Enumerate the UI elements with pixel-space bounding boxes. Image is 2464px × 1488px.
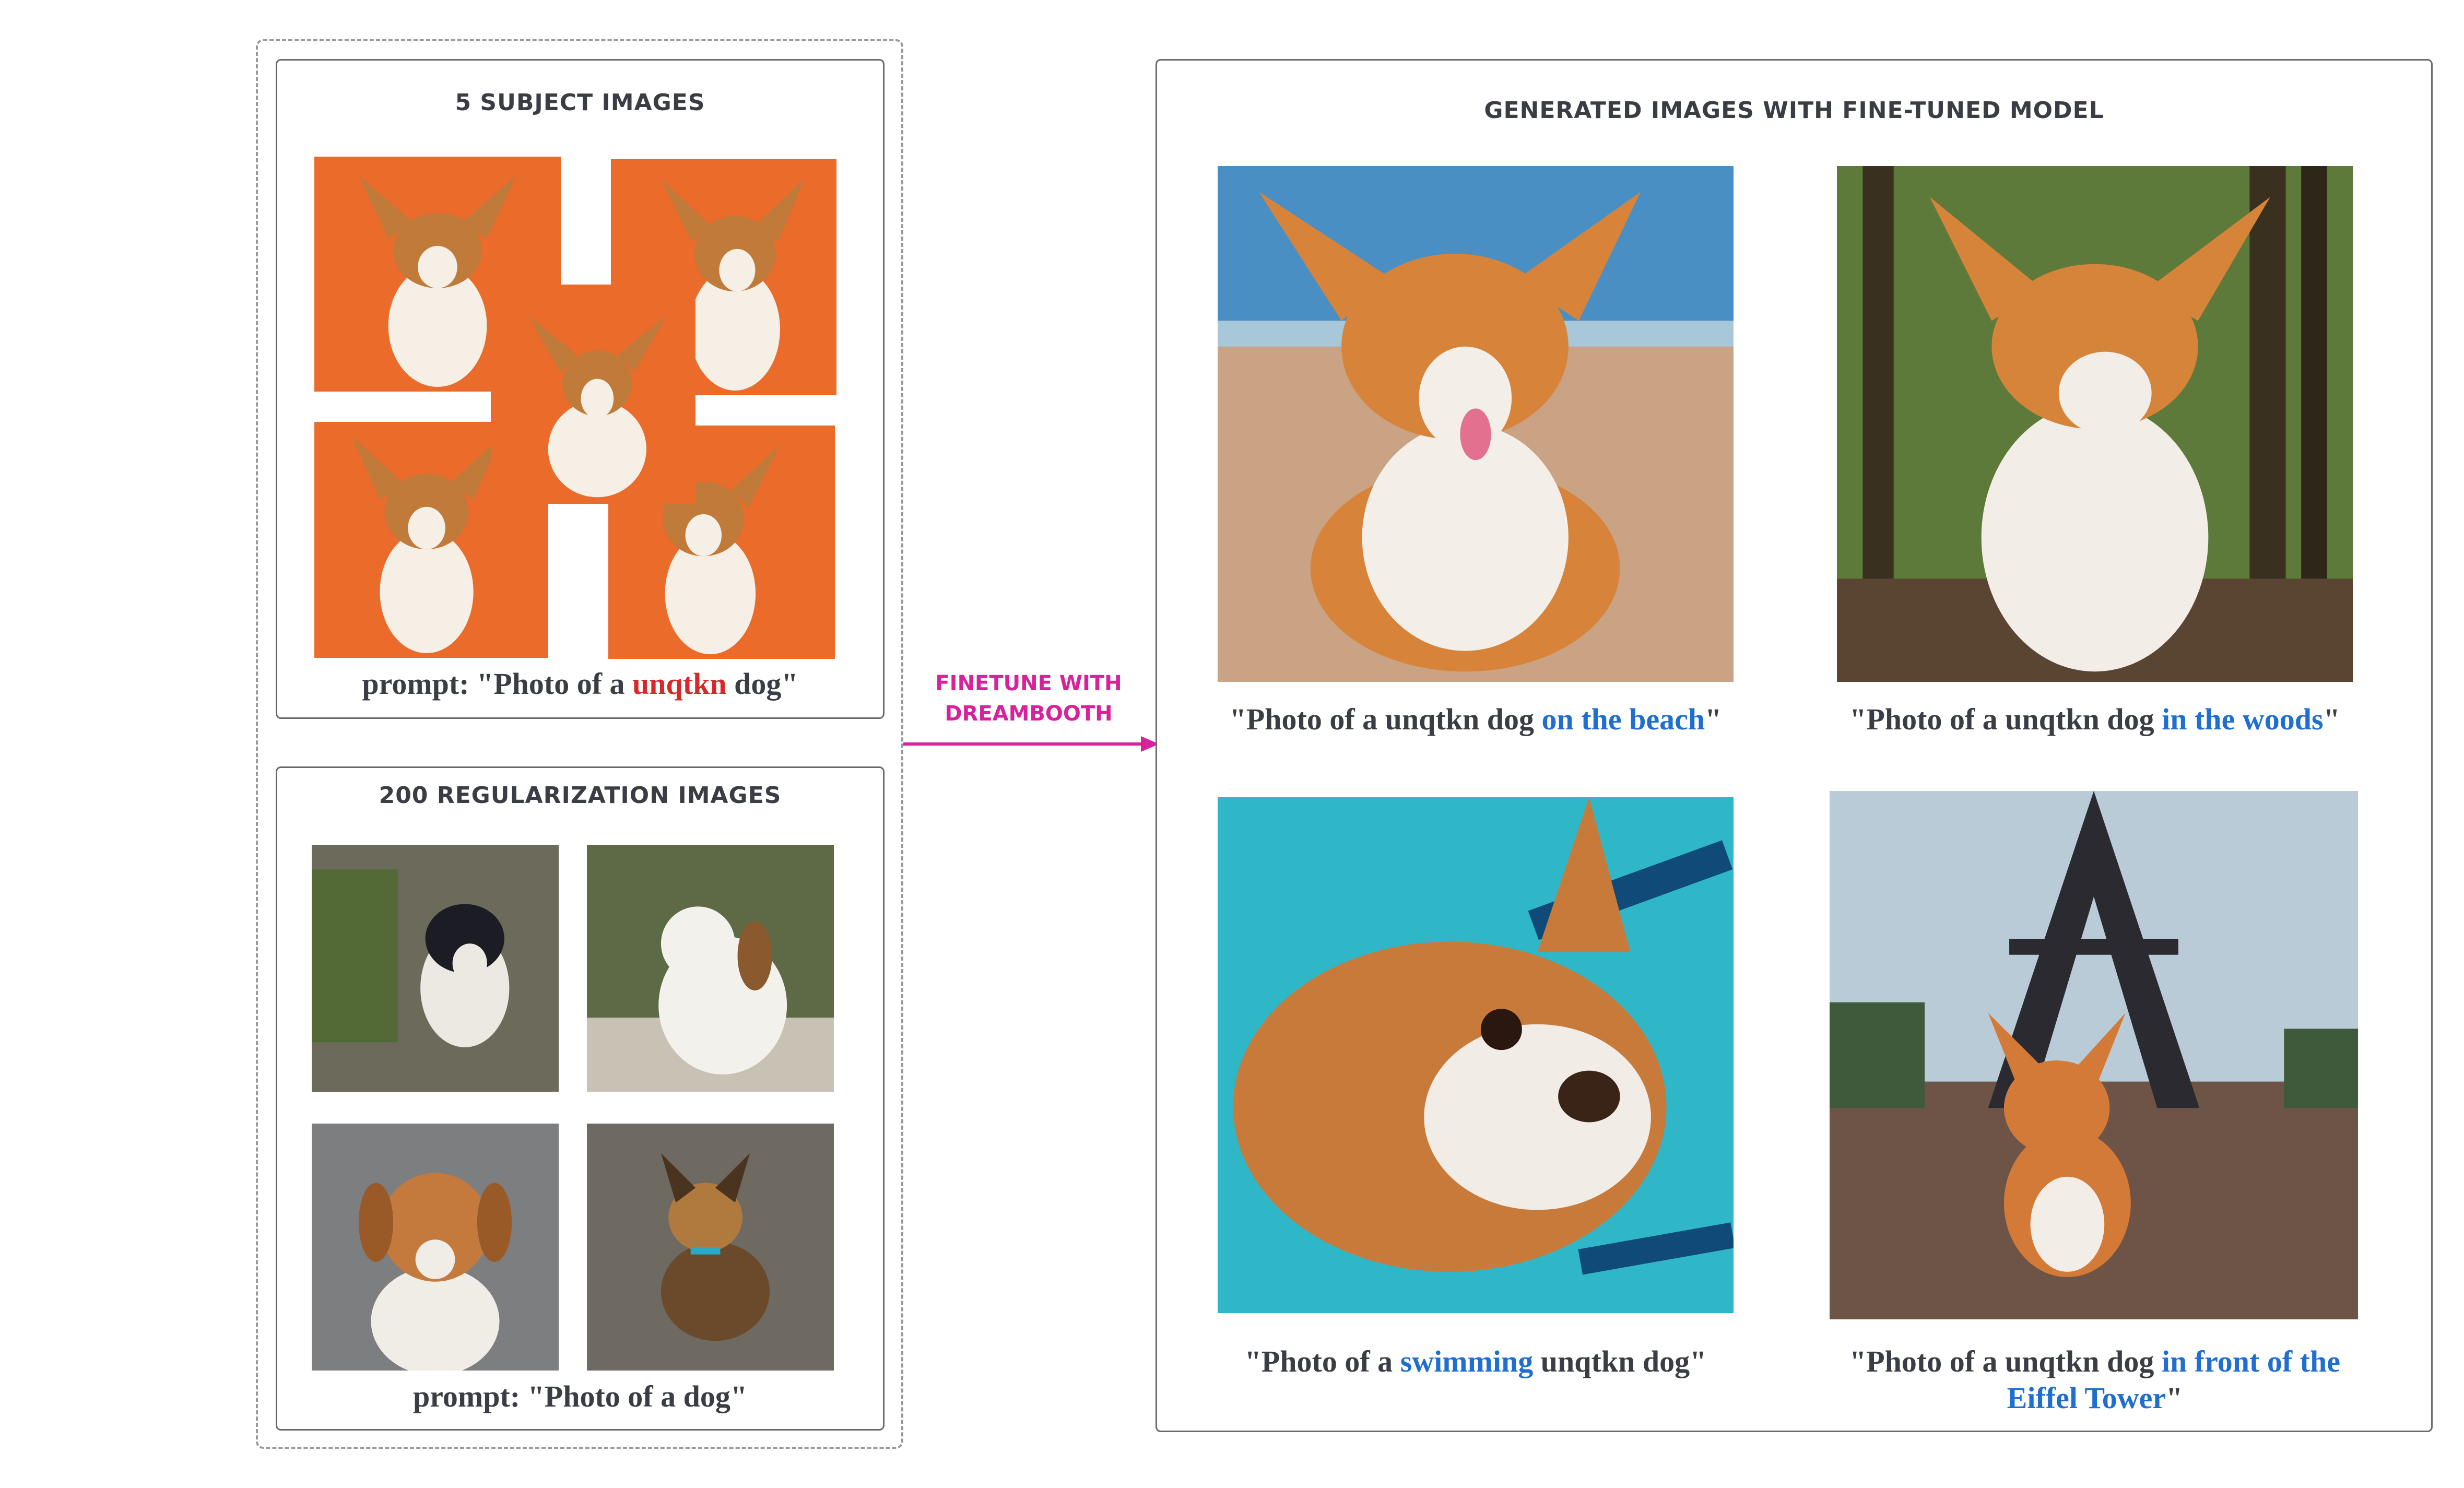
caption-eiffel-prefix: "Photo of a unqtkn dog <box>1849 1344 2162 1378</box>
caption-eiffel-line1: "Photo of a unqtkn dog in front of the <box>1817 1343 2373 1380</box>
caption-woods-suffix: " <box>2323 702 2340 736</box>
finetune-arrow <box>903 736 1159 752</box>
caption-eiffel-highlight: in front of the <box>2161 1344 2340 1378</box>
regularization-prompt-caption: prompt: "Photo of a dog" <box>412 1379 748 1413</box>
generated-panel-title: GENERATED IMAGES WITH FINE-TUNED MODEL <box>1484 97 2104 124</box>
caption-beach: "Photo of a unqtkn dog on the beach" <box>1201 701 1750 738</box>
regularization-image-2 <box>587 845 834 1092</box>
caption-beach-highlight: on the beach <box>1541 702 1705 736</box>
finetune-label-line2: DREAMBOOTH <box>945 702 1113 726</box>
caption-woods: "Photo of a unqtkn dog in the woods" <box>1817 701 2373 738</box>
caption-eiffel-highlight-2: Eiffel Tower <box>2007 1381 2166 1415</box>
caption-swimming-suffix: unqtkn dog" <box>1533 1344 1707 1378</box>
generated-image-beach <box>1218 166 1734 682</box>
caption-beach-suffix: " <box>1705 702 1722 736</box>
subject-token: unqtkn <box>632 667 727 701</box>
caption-eiffel-suffix: " <box>2166 1381 2183 1415</box>
caption-swimming: "Photo of a swimming unqtkn dog" <box>1201 1343 1750 1380</box>
caption-woods-highlight: in the woods <box>2162 702 2324 736</box>
subject-panel-title: 5 SUBJECT IMAGES <box>455 89 705 116</box>
finetune-label-line1: FINETUNE WITH <box>935 671 1122 695</box>
regularization-image-1 <box>312 845 559 1092</box>
regularization-image-3 <box>312 1124 559 1371</box>
subject-image-5 <box>491 285 695 504</box>
finetune-arrow-label: FINETUNE WITH DREAMBOOTH <box>924 668 1133 729</box>
generated-image-eiffel-tower <box>1830 791 2358 1319</box>
generated-image-woods <box>1837 166 2353 682</box>
subject-prompt-caption: prompt: "Photo of a unqtkn dog" <box>276 666 885 702</box>
generated-image-swimming <box>1218 797 1734 1313</box>
regularization-image-4 <box>587 1124 834 1371</box>
caption-swimming-highlight: swimming <box>1400 1344 1534 1378</box>
caption-eiffel-line2: Eiffel Tower" <box>1817 1380 2373 1416</box>
subject-prompt-prefix: prompt: "Photo of a <box>362 667 633 701</box>
subject-prompt-suffix: dog" <box>726 667 798 701</box>
regularization-panel-title: 200 REGULARIZATION IMAGES <box>379 782 782 809</box>
caption-woods-prefix: "Photo of a unqtkn dog <box>1849 702 2162 736</box>
caption-swimming-prefix: "Photo of a <box>1244 1344 1400 1378</box>
caption-eiffel-tower: "Photo of a unqtkn dog in front of the E… <box>1817 1343 2373 1416</box>
caption-beach-prefix: "Photo of a unqtkn dog <box>1229 702 1542 736</box>
